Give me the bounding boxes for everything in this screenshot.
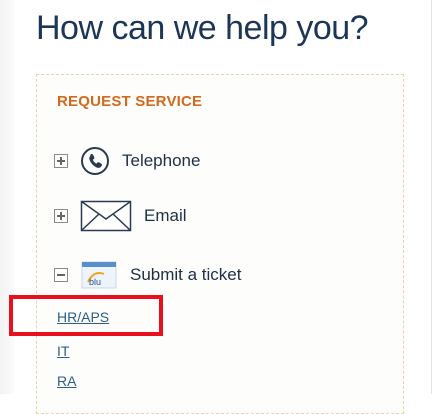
expand-toggle-telephone[interactable] <box>54 154 68 168</box>
expand-toggle-email[interactable] <box>54 209 68 223</box>
column-divider <box>431 0 432 394</box>
panel-heading: REQUEST SERVICE <box>57 93 203 110</box>
telephone-label: Telephone <box>122 151 201 170</box>
blu-ticket-icon: blu <box>80 260 118 290</box>
link-ra[interactable]: RA <box>57 373 76 389</box>
submit-ticket-option[interactable]: blu Submit a ticket <box>54 259 242 291</box>
email-label: Email <box>144 206 187 225</box>
envelope-icon <box>80 200 132 232</box>
submit-ticket-label: Submit a ticket <box>130 265 242 284</box>
telephone-option[interactable]: Telephone <box>54 145 200 177</box>
highlight-box <box>9 295 163 336</box>
link-it[interactable]: IT <box>57 343 69 359</box>
request-service-panel <box>36 74 404 414</box>
phone-icon <box>80 146 110 176</box>
page-title: How can we help you? <box>36 9 369 47</box>
svg-text:blu: blu <box>89 277 101 287</box>
email-option[interactable]: Email <box>54 200 187 232</box>
collapse-toggle-ticket[interactable] <box>54 268 68 282</box>
